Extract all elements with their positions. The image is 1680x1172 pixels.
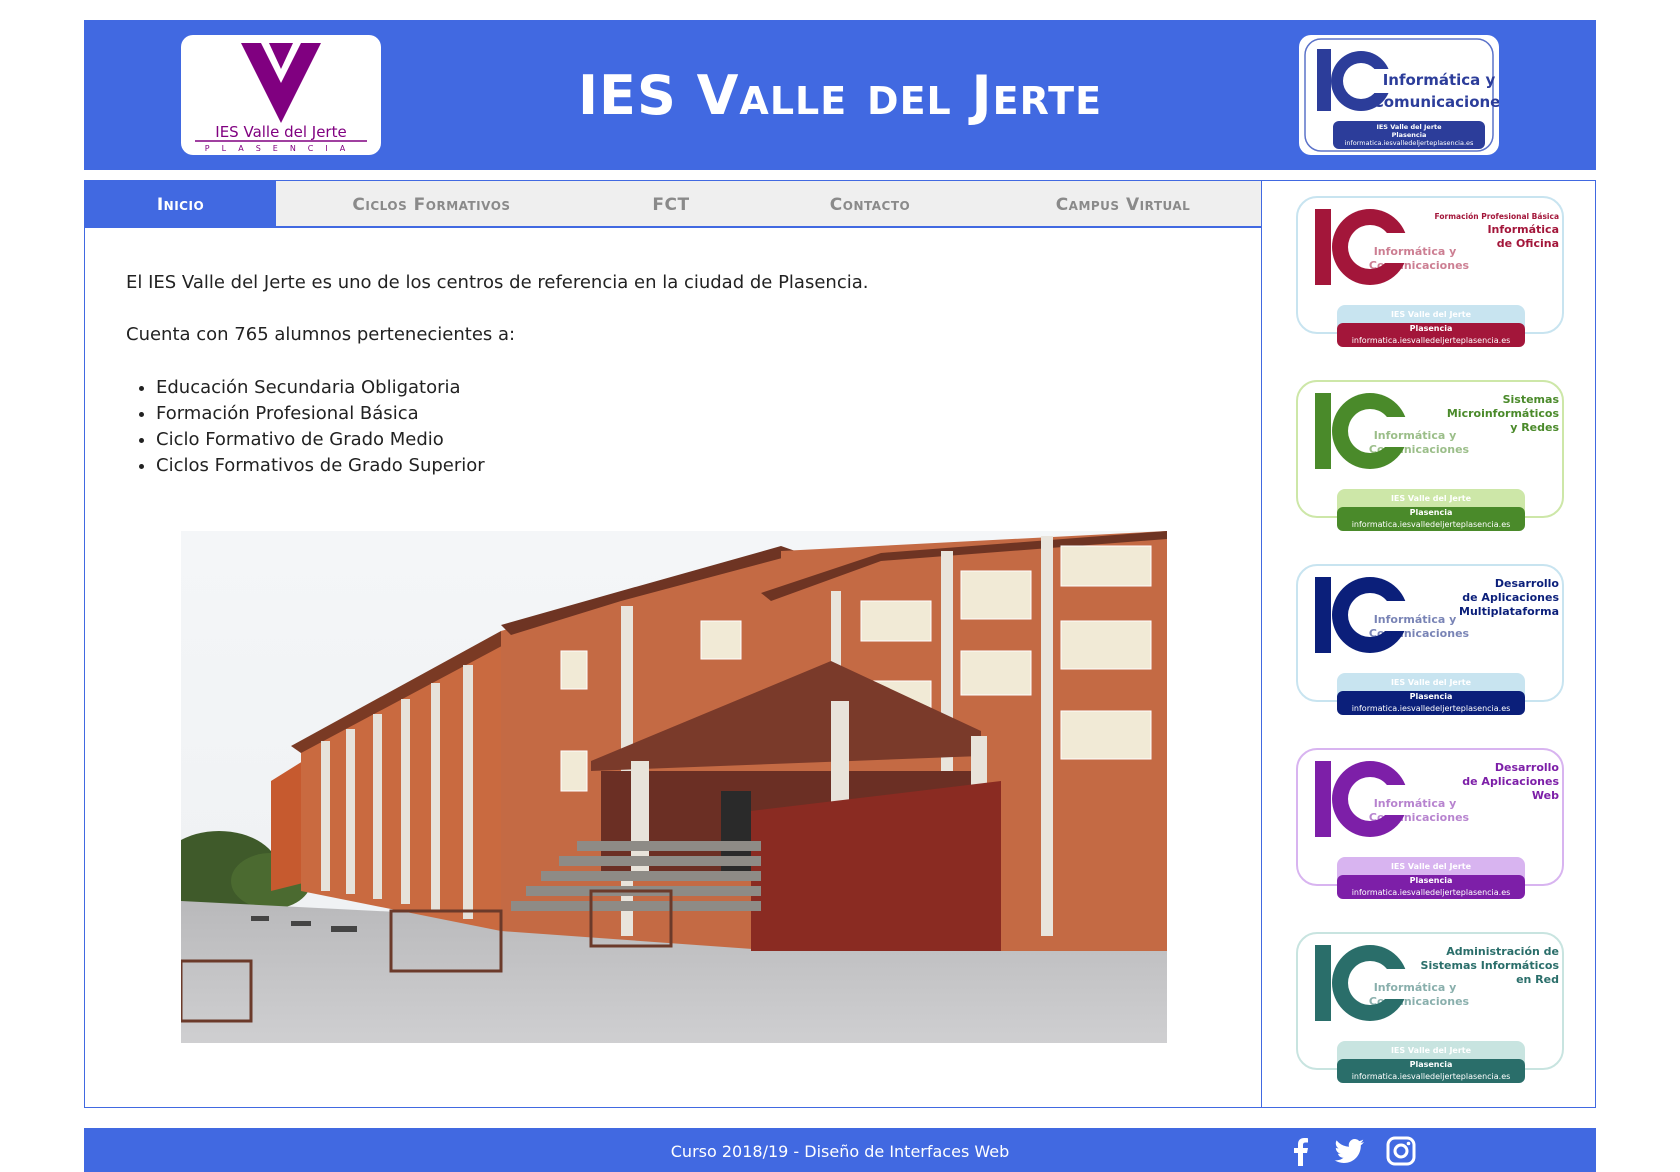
card-logo-footer1: IES Valle del Jerte xyxy=(1391,310,1472,319)
card-logo-footer3: informatica.iesvalledeljerteplasencia.es xyxy=(1352,520,1511,529)
site-header: IES Valle del Jerte PLASENCIA IES Valle … xyxy=(84,20,1596,170)
card-title-line1: Sistemas xyxy=(1503,393,1560,406)
school-logo-subtext: PLASENCIA xyxy=(205,144,357,153)
card-logo-line2: Comunicaciones xyxy=(1369,995,1470,1008)
ic-logo-line1: Informática y xyxy=(1383,71,1496,89)
list-item: Educación Secundaria Obligatoria xyxy=(156,375,1226,401)
intro-text: El IES Valle del Jerte es uno de los cen… xyxy=(126,272,869,293)
card-logo-footer3: informatica.iesvalledeljerteplasencia.es xyxy=(1352,704,1511,713)
ic-cycle-logo: Informática y Comunicaciones Desarrollo … xyxy=(1296,564,1564,715)
nav-inicio[interactable]: Inicio xyxy=(85,181,276,226)
list-item: Formación Profesional Básica xyxy=(156,401,1226,427)
card-logo-line1: Informática y xyxy=(1374,429,1457,442)
card-logo-footer1: IES Valle del Jerte xyxy=(1391,1046,1472,1055)
ic-logo-line2: Comunicaciones xyxy=(1373,93,1499,111)
school-building-photo xyxy=(181,531,1167,1043)
main-content: El IES Valle del Jerte es uno de los cen… xyxy=(126,271,1226,479)
card-logo-footer1: IES Valle del Jerte xyxy=(1391,494,1472,503)
list-item: Ciclo Formativo de Grado Medio xyxy=(156,427,1226,453)
card-logo-line2: Comunicaciones xyxy=(1369,443,1470,456)
ic-logo-graphic: Informática y Comunicaciones IES Valle d… xyxy=(1304,38,1499,152)
site-footer: Curso 2018/19 - Diseño de Interfaces Web xyxy=(84,1128,1596,1172)
card-logo-line1: Informática y xyxy=(1374,797,1457,810)
card-logo-footer2: Plasencia xyxy=(1410,324,1453,333)
facebook-icon[interactable] xyxy=(1284,1135,1318,1167)
ic-logo-footer2: Plasencia xyxy=(1392,131,1427,139)
card-logo-line1: Informática y xyxy=(1374,613,1457,626)
card-title-line1: Formación Profesional Básica xyxy=(1435,212,1559,221)
card-logo-line1: Informática y xyxy=(1374,245,1457,258)
card-title-line2: de Aplicaciones xyxy=(1462,775,1559,788)
card-title-line3: de Oficina xyxy=(1497,237,1559,250)
card-logo-footer1: IES Valle del Jerte xyxy=(1391,678,1472,687)
nav-ciclos-formativos[interactable]: Ciclos Formativos xyxy=(276,181,587,226)
list-item: Ciclos Formativos de Grado Superior xyxy=(156,453,1226,479)
nav-campus-virtual[interactable]: Campus Virtual xyxy=(985,181,1261,226)
card-logo-footer3: informatica.iesvalledeljerteplasencia.es xyxy=(1352,1072,1511,1081)
card-logo-line2: Comunicaciones xyxy=(1369,811,1470,824)
card-logo-footer2: Plasencia xyxy=(1410,508,1453,517)
ic-cycle-logo: Informática y Comunicaciones Desarrollo … xyxy=(1296,748,1564,899)
card-logo-footer3: informatica.iesvalledeljerteplasencia.es xyxy=(1352,888,1511,897)
sidebar-card-2[interactable]: Informática y Comunicaciones Sistemas Mi… xyxy=(1295,379,1565,535)
ic-logo-footer1: IES Valle del Jerte xyxy=(1376,123,1442,131)
studies-list: Educación Secundaria Obligatoria Formaci… xyxy=(156,375,1226,479)
card-title-line2: Sistemas Informáticos xyxy=(1421,959,1560,972)
card-title-line1: Desarrollo xyxy=(1495,577,1560,590)
card-logo-footer3: informatica.iesvalledeljerteplasencia.es xyxy=(1352,336,1511,345)
sidebar-card-5[interactable]: Informática y Comunicaciones Administrac… xyxy=(1295,931,1565,1087)
ic-cycle-logo: Informática y Comunicaciones Administrac… xyxy=(1296,932,1564,1083)
ic-cycle-logo: Informática y Comunicaciones Sistemas Mi… xyxy=(1296,380,1564,531)
sidebar-card-1[interactable]: Informática y Comunicaciones Formación P… xyxy=(1295,195,1565,351)
card-title-line1: Desarrollo xyxy=(1495,761,1560,774)
card-logo-footer2: Plasencia xyxy=(1410,1060,1453,1069)
ic-logo-footer3: informatica.iesvalledeljerteplasencia.es xyxy=(1345,139,1474,147)
card-title-line3: y Redes xyxy=(1510,421,1559,434)
card-title-line3: Multiplataforma xyxy=(1459,605,1559,618)
students-text: Cuenta con 765 alumnos pertenecientes a: xyxy=(126,324,516,345)
card-logo-line2: Comunicaciones xyxy=(1369,627,1470,640)
card-logo-line1: Informática y xyxy=(1374,981,1457,994)
sidebar: Informática y Comunicaciones Formación P… xyxy=(1262,180,1596,1108)
instagram-icon[interactable] xyxy=(1384,1135,1418,1167)
card-logo-line2: Comunicaciones xyxy=(1369,259,1470,272)
nav-fct[interactable]: FCT xyxy=(587,181,755,226)
ic-cycle-logo: Informática y Comunicaciones Formación P… xyxy=(1296,196,1564,347)
twitter-icon[interactable] xyxy=(1332,1135,1366,1167)
ic-logo[interactable]: Informática y Comunicaciones IES Valle d… xyxy=(1299,35,1499,155)
card-logo-footer2: Plasencia xyxy=(1410,876,1453,885)
card-title-line2: Informática xyxy=(1487,223,1559,236)
card-title-line3: en Red xyxy=(1516,973,1559,986)
main-nav: Inicio Ciclos Formativos FCT Contacto Ca… xyxy=(85,181,1261,228)
main-panel: Inicio Ciclos Formativos FCT Contacto Ca… xyxy=(84,180,1262,1108)
card-logo-footer1: IES Valle del Jerte xyxy=(1391,862,1472,871)
nav-contacto[interactable]: Contacto xyxy=(755,181,985,226)
card-title-line3: Web xyxy=(1532,789,1559,802)
sidebar-card-4[interactable]: Informática y Comunicaciones Desarrollo … xyxy=(1295,747,1565,903)
card-title-line1: Administración de xyxy=(1446,945,1559,958)
card-title-line2: de Aplicaciones xyxy=(1462,591,1559,604)
footer-text: Curso 2018/19 - Diseño de Interfaces Web xyxy=(670,1142,1010,1161)
card-logo-footer2: Plasencia xyxy=(1410,692,1453,701)
sidebar-card-3[interactable]: Informática y Comunicaciones Desarrollo … xyxy=(1295,563,1565,719)
card-title-line2: Microinformáticos xyxy=(1447,407,1560,420)
